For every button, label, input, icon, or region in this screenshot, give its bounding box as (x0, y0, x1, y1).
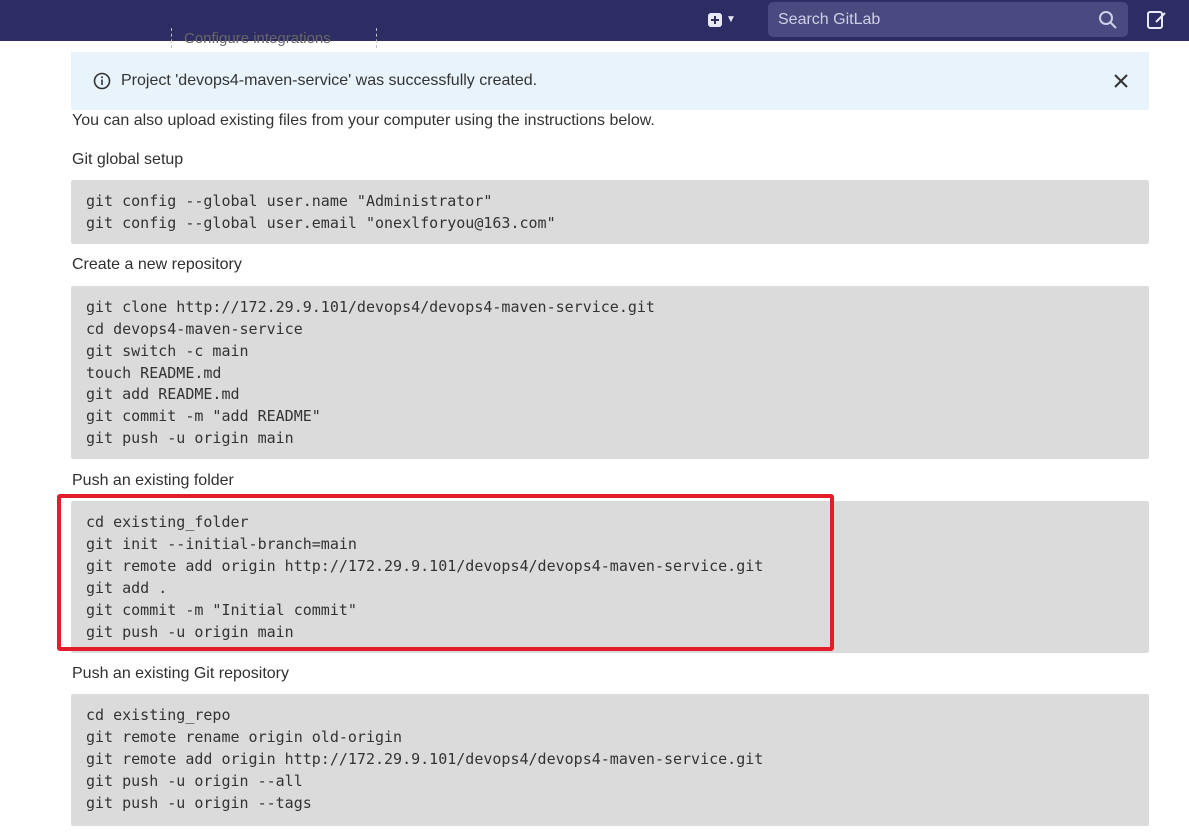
chevron-down-icon: ▼ (726, 14, 736, 25)
section-title-git-global-setup: Git global setup (72, 151, 184, 168)
code-line: git config --global user.name "Administr… (86, 192, 493, 210)
search-box (768, 2, 1128, 37)
code-line: cd existing_repo (86, 706, 231, 724)
code-line: git add README.md (86, 385, 240, 403)
code-line: git remote add origin http://172.29.9.10… (86, 750, 764, 768)
code-line: touch README.md (86, 364, 222, 382)
code-line: git clone http://172.29.9.101/devops4/de… (86, 298, 655, 316)
code-block-git-global-setup[interactable]: git config --global user.name "Administr… (71, 180, 1149, 244)
code-block-push-repo[interactable]: cd existing_repo git remote rename origi… (71, 694, 1149, 826)
code-block-create-repo[interactable]: git clone http://172.29.9.101/devops4/de… (71, 286, 1149, 459)
close-icon[interactable] (1113, 73, 1129, 89)
search-icon[interactable] (1098, 10, 1118, 30)
edit-icon[interactable] (1146, 9, 1168, 31)
success-alert: Project 'devops4-maven-service' was succ… (71, 52, 1149, 110)
code-line: git push -u origin --all (86, 772, 303, 790)
code-line: git push -u origin --tags (86, 794, 312, 812)
new-menu-button[interactable]: ▼ (704, 8, 750, 32)
code-line: git switch -c main (86, 342, 249, 360)
alert-message: Project 'devops4-maven-service' was succ… (121, 72, 538, 89)
section-title-create-repo: Create a new repository (72, 256, 242, 273)
code-line: git config --global user.email "onexlfor… (86, 214, 556, 232)
code-line: cd devops4-maven-service (86, 320, 303, 338)
plus-square-icon (708, 13, 722, 27)
code-line: git push -u origin main (86, 429, 294, 447)
search-input[interactable] (778, 10, 1078, 29)
code-line: git remote rename origin old-origin (86, 728, 403, 746)
section-title-push-folder: Push an existing folder (72, 472, 234, 489)
code-line: git commit -m "add README" (86, 407, 321, 425)
highlight-box (57, 494, 834, 651)
info-icon (93, 72, 111, 90)
section-title-push-repo: Push an existing Git repository (72, 665, 289, 682)
intro-text: You can also upload existing files from … (72, 112, 655, 129)
configure-integrations-label: Configure integrations (184, 30, 331, 47)
configure-integrations-item[interactable]: Configure integrations (171, 28, 377, 48)
